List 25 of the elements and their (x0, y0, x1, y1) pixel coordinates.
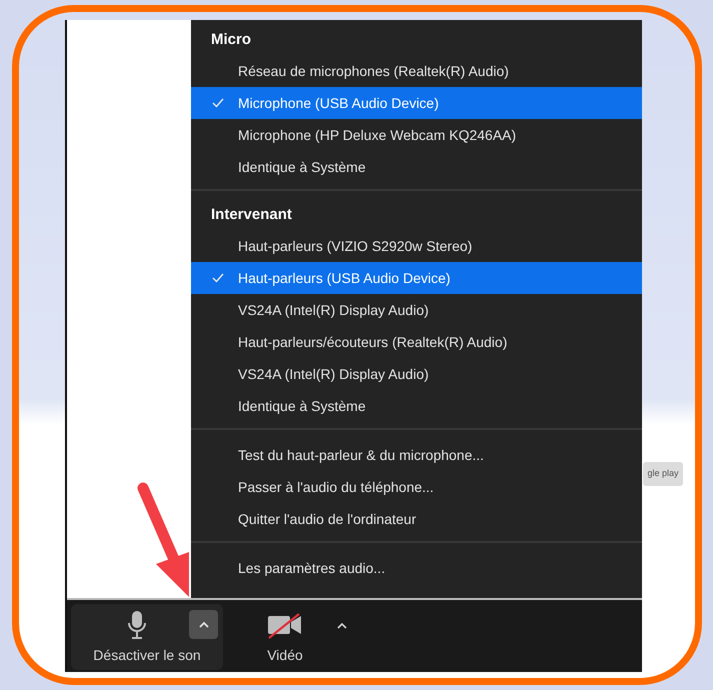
menu-item[interactable]: Microphone (HP Deluxe Webcam KQ246AA) (191, 119, 642, 151)
section-header: Micro (210, 30, 252, 50)
menu-item[interactable]: Quitter l'audio de l'ordinateur (191, 503, 642, 535)
section-header: Intervenant (210, 204, 293, 225)
menu-item[interactable]: Haut-parleurs (VIZIO S2920w Stereo) (191, 230, 642, 262)
menu-item[interactable]: Microphone (USB Audio Device) (191, 87, 642, 119)
menu-item[interactable]: Test du haut-parleur & du microphone... (191, 439, 642, 471)
menu-item[interactable]: VS24A (Intel(R) Display Audio) (191, 358, 642, 390)
menu-item[interactable]: Réseau de microphones (Realtek(R) Audio) (191, 55, 642, 87)
checkmark-icon (212, 98, 224, 108)
menu-item[interactable]: Identique à Système (191, 151, 642, 183)
store-badge: gle play (643, 462, 683, 486)
menu-item[interactable]: Les paramètres audio... (191, 552, 642, 584)
menu-item[interactable]: VS24A (Intel(R) Display Audio) (191, 294, 642, 326)
menu-item[interactable]: Identique à Système (191, 390, 642, 422)
camera-off-icon (267, 612, 303, 640)
caret-up-icon[interactable] (337, 622, 347, 629)
checkmark-icon (212, 273, 224, 283)
menu-item[interactable]: Passer à l'audio du téléphone... (191, 471, 642, 503)
caret-up-icon[interactable] (189, 610, 218, 639)
microphone-icon (127, 610, 147, 640)
mute-button[interactable]: Désactiver le son (71, 604, 223, 670)
menu-item[interactable]: Haut-parleurs (USB Audio Device) (191, 262, 642, 294)
video-button[interactable]: Vidéo (263, 604, 307, 670)
menu-item[interactable]: Haut-parleurs/écouteurs (Realtek(R) Audio) (191, 326, 642, 358)
